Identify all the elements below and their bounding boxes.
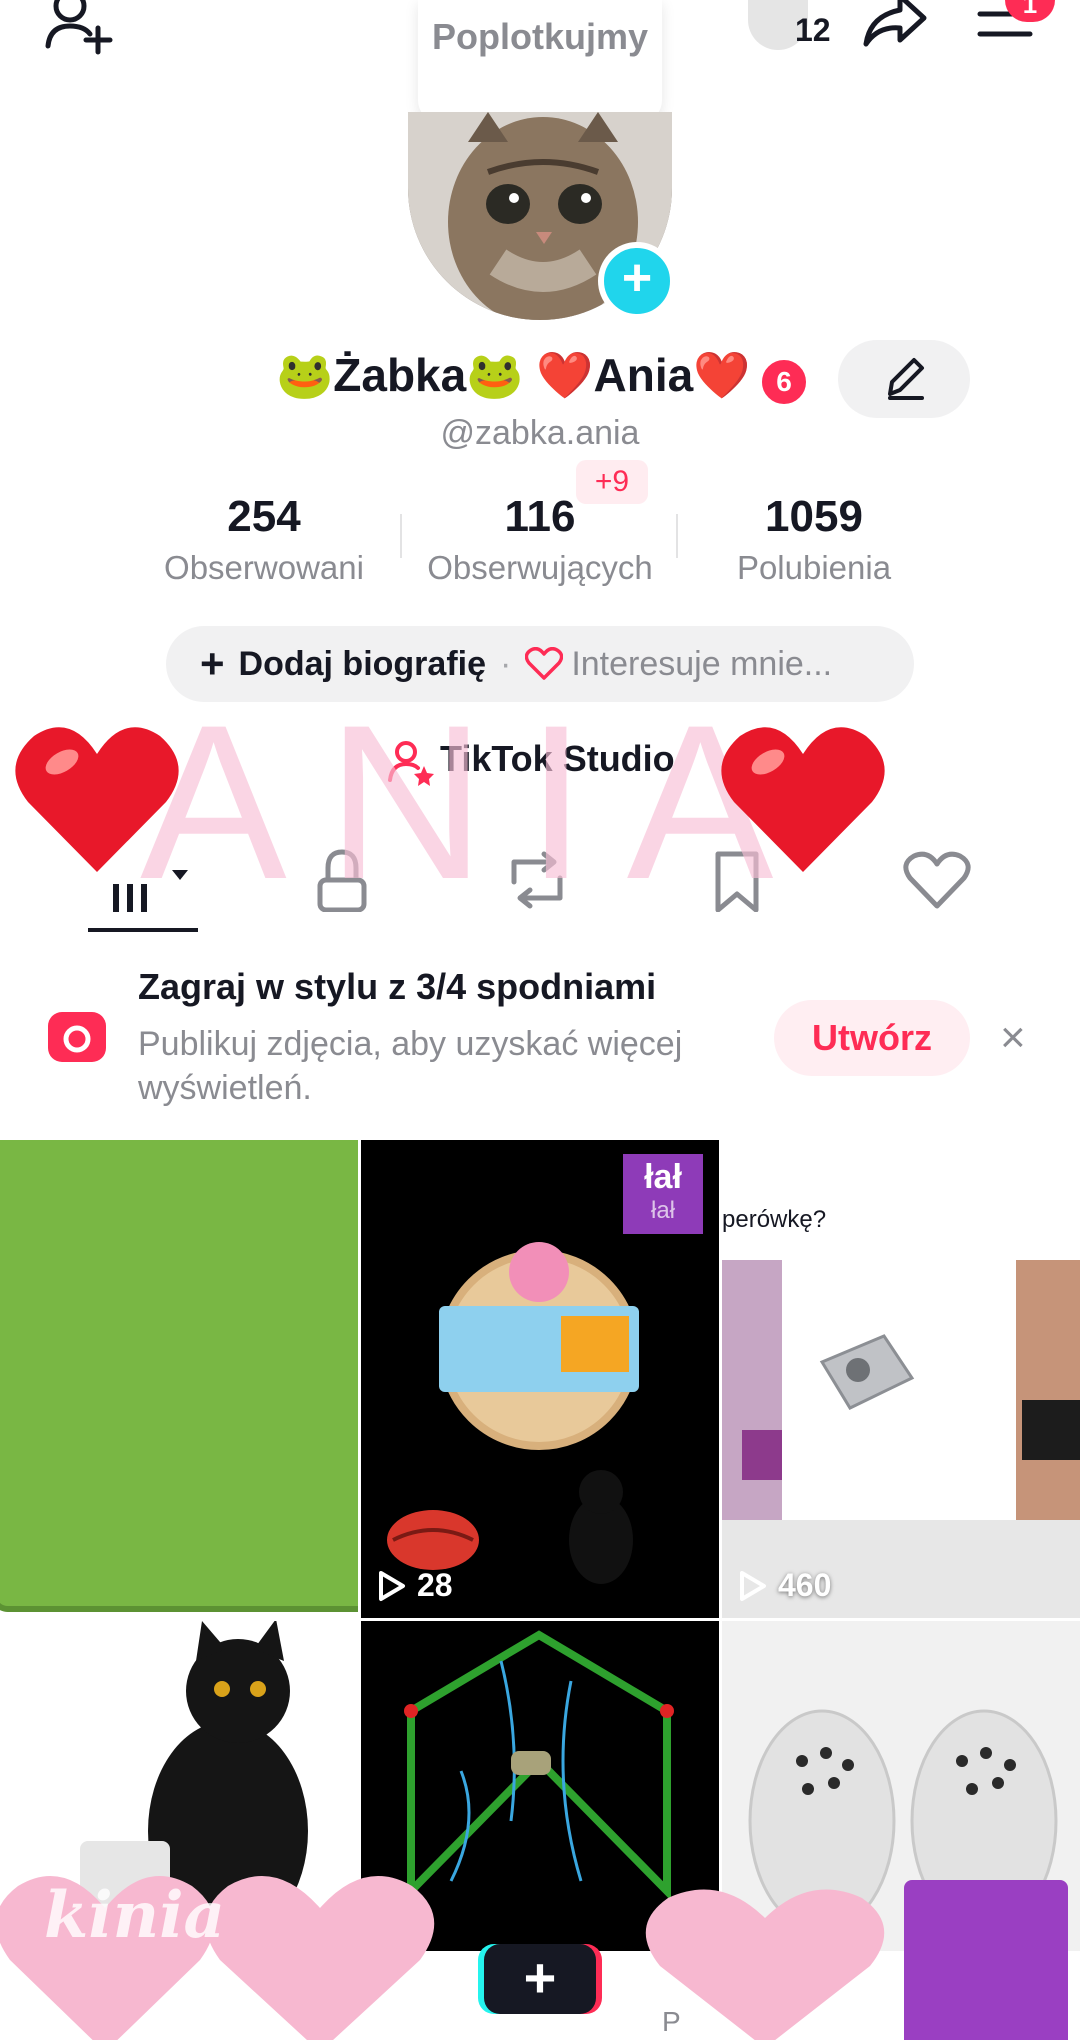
close-banner-button[interactable]: ×: [1000, 1016, 1026, 1060]
thumbnail-caption: perówkę?: [722, 1206, 827, 1233]
create-video-button[interactable]: +: [484, 1944, 596, 2014]
add-friend-button[interactable]: [40, 0, 120, 56]
play-icon: [379, 1570, 405, 1601]
add-story-button[interactable]: +: [598, 242, 676, 320]
edit-icon: [888, 358, 924, 400]
brand-logo-top: łał: [644, 1158, 682, 1196]
banner-subtitle: Publikuj zdjęcia, aby uzyskać więcej wyś…: [138, 1025, 683, 1107]
purple-sticker: [904, 1880, 1068, 2040]
bottom-nav-label-partial[interactable]: P: [662, 2006, 681, 2038]
likes-count: 1059: [765, 492, 863, 541]
profile-note-text: Poplotkujmy: [431, 16, 649, 57]
heart-outline-icon: [903, 851, 971, 909]
add-friend-icon: [45, 0, 113, 55]
share-button[interactable]: [860, 0, 930, 50]
likes-label: Polubienia: [736, 549, 892, 586]
green-sticker: [0, 1140, 358, 1612]
name-notification-badge: 6: [758, 356, 810, 408]
username: @zabka.ania: [440, 414, 640, 452]
video-thumbnail-1[interactable]: [0, 1140, 358, 1618]
view-count-number: 28: [417, 1567, 453, 1603]
new-followers-badge: +9: [576, 460, 648, 504]
brand-logo-bottom: łał: [650, 1197, 675, 1224]
video-thumbnail-2[interactable]: łał łał 28: [361, 1140, 719, 1618]
camera-icon: [48, 1012, 106, 1062]
plus-icon: +: [523, 1946, 557, 2009]
following-stat[interactable]: 254 Obserwowani: [114, 490, 414, 590]
kinia-watermark: kinia: [44, 1878, 225, 1953]
following-label: Obserwowani: [164, 549, 364, 586]
display-name: 🐸Żabka🐸 ❤️Ania❤️: [276, 349, 751, 401]
profile-views-count[interactable]: 12: [795, 12, 831, 49]
followers-stat[interactable]: 116 Obserwujących: [390, 490, 690, 590]
tab-liked[interactable]: [902, 848, 972, 912]
create-button[interactable]: Utwórz: [774, 1000, 970, 1076]
play-icon: [740, 1570, 766, 1601]
profile-note-bubble[interactable]: Poplotkujmy: [418, 0, 662, 124]
view-count-number: 460: [778, 1567, 832, 1603]
following-count: 254: [227, 492, 301, 541]
pink-heart-sticker-2: [200, 1864, 440, 2040]
view-count: 460: [738, 1567, 831, 1604]
video-thumbnail-3[interactable]: perówkę? 460: [722, 1140, 1080, 1618]
brand-logo: łał łał: [623, 1154, 703, 1234]
edit-profile-button[interactable]: [838, 340, 970, 418]
share-icon: [863, 0, 927, 47]
view-count: 28: [377, 1567, 453, 1604]
banner-title: Zagraj w stylu z 3/4 spodniami: [138, 966, 657, 1007]
followers-label: Obserwujących: [427, 549, 653, 586]
plus-icon: +: [621, 249, 653, 307]
ania-overlay-text: ANIA: [140, 679, 814, 925]
close-icon: ×: [1000, 1013, 1026, 1062]
red-heart-sticker-left: [12, 720, 182, 880]
likes-stat[interactable]: 1059 Polubienia: [664, 490, 964, 590]
red-heart-sticker-right: [718, 720, 888, 880]
